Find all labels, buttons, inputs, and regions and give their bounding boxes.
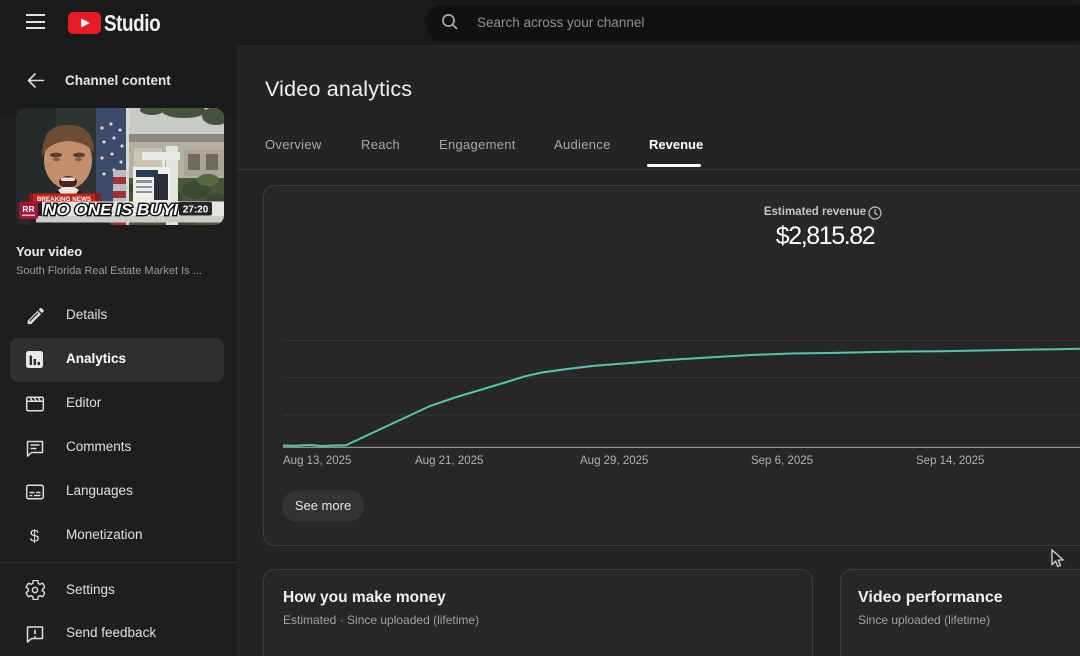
svg-text:27:20: 27:20 (183, 205, 209, 216)
svg-text:RR: RR (22, 204, 34, 214)
svg-text:NO ONE IS BUYI: NO ONE IS BUYI (44, 202, 179, 219)
svg-text:$: $ (30, 526, 40, 545)
